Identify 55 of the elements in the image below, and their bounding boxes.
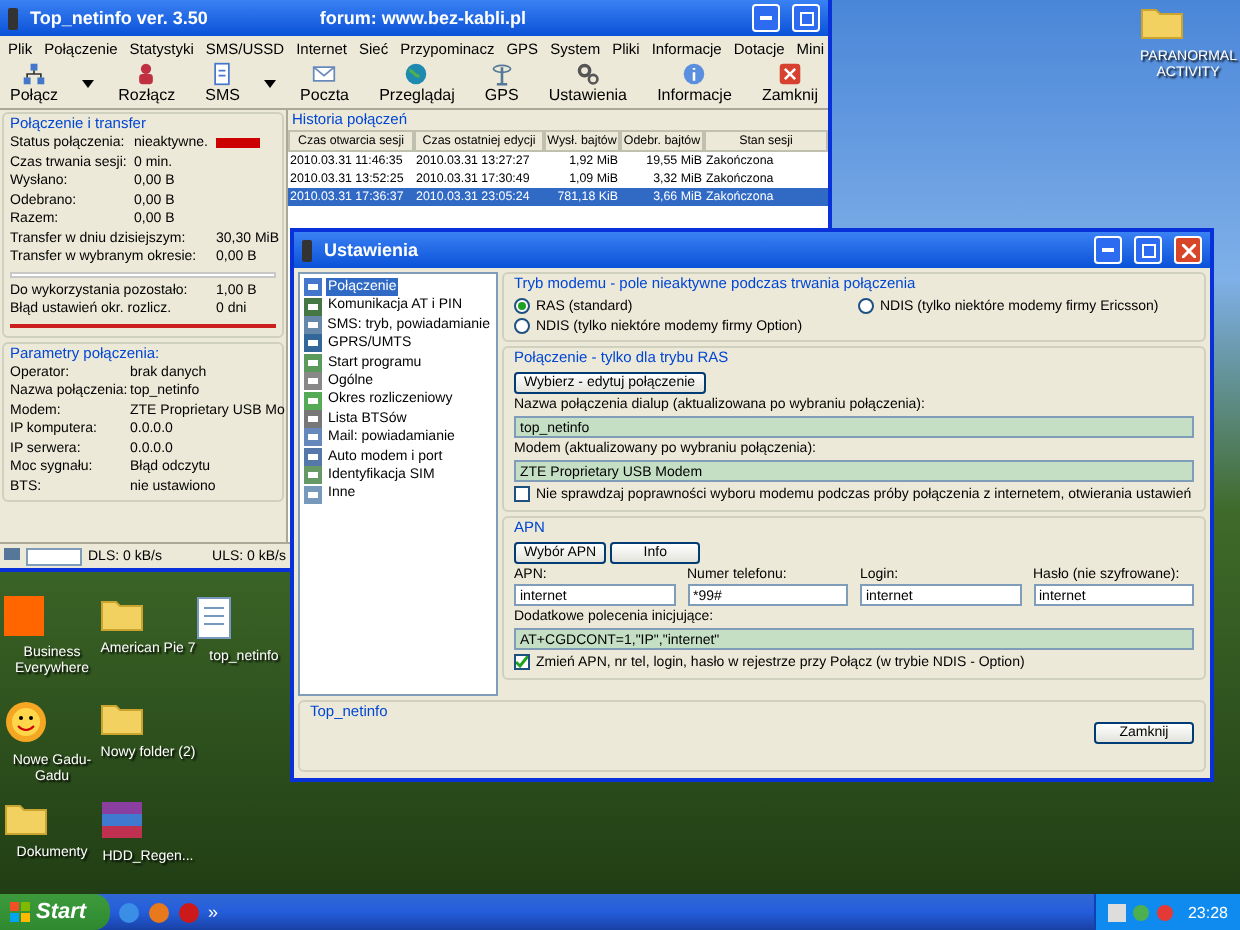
caret-icon[interactable]: [82, 79, 95, 87]
globe-icon: [404, 62, 429, 86]
folder-icon: [100, 596, 144, 632]
person-icon: [134, 62, 159, 86]
close-icon: [1181, 243, 1195, 257]
document-icon: [210, 62, 235, 86]
radio-button[interactable]: [514, 318, 530, 334]
archive-icon: [100, 800, 144, 840]
minimize-icon: [1102, 248, 1114, 252]
checkbox[interactable]: [514, 654, 530, 670]
folder-icon: [1140, 4, 1184, 40]
minimize-button[interactable]: [1094, 236, 1122, 264]
checkbox[interactable]: [514, 486, 530, 502]
info-icon: [682, 62, 707, 86]
overflow-button[interactable]: »: [208, 902, 219, 922]
phone-icon: [302, 239, 312, 261]
gear-icon: [575, 62, 600, 86]
toolbar-button[interactable]: SMS: [199, 62, 246, 104]
maximize-button[interactable]: [792, 4, 820, 32]
sun-smiley-icon: [4, 700, 48, 744]
envelope-icon: [312, 62, 337, 86]
toolbar-button[interactable]: Ustawienia: [542, 62, 634, 104]
toolbar-button[interactable]: GPS: [478, 62, 525, 104]
forum-address: forum: www.bez-kabli.pl: [319, 8, 529, 28]
toolbar-button[interactable]: Poczta: [294, 62, 356, 104]
app-icon: [4, 596, 44, 636]
close-icon: [777, 62, 802, 86]
tree-item-icon: [304, 316, 322, 335]
status-field: [26, 547, 82, 565]
minimize-button[interactable]: [752, 4, 780, 32]
window-title: Top_netinfo ver. 3.50: [30, 8, 208, 28]
windows-logo-icon: [10, 902, 30, 922]
maximize-icon: [799, 11, 813, 25]
toolbar-button[interactable]: Rozłącz: [112, 62, 182, 104]
phone-icon: [8, 7, 18, 29]
toolbar-button[interactable]: Zamknij: [755, 62, 824, 104]
check-icon: [516, 656, 528, 668]
caret-icon[interactable]: [264, 79, 276, 87]
toolbar-button[interactable]: Informacje: [651, 62, 738, 104]
toolbar-button[interactable]: Przeglądaj: [373, 62, 461, 104]
radio-button[interactable]: [514, 298, 530, 314]
network-icon: [22, 62, 46, 86]
minimize-icon: [760, 16, 772, 20]
notepad-icon: [196, 596, 232, 640]
toolbar-button[interactable]: Połącz: [4, 62, 65, 104]
start-button[interactable]: Start: [0, 894, 110, 930]
clock: 23:28: [1187, 903, 1228, 921]
maximize-button[interactable]: [1134, 236, 1162, 264]
maximize-icon: [1141, 243, 1155, 257]
antenna-icon: [489, 62, 514, 86]
folder-icon: [100, 700, 144, 736]
radio-button[interactable]: [858, 298, 874, 314]
window-title: Ustawienia: [324, 240, 421, 260]
close-button[interactable]: [1174, 236, 1202, 264]
folder-icon: [4, 800, 48, 836]
